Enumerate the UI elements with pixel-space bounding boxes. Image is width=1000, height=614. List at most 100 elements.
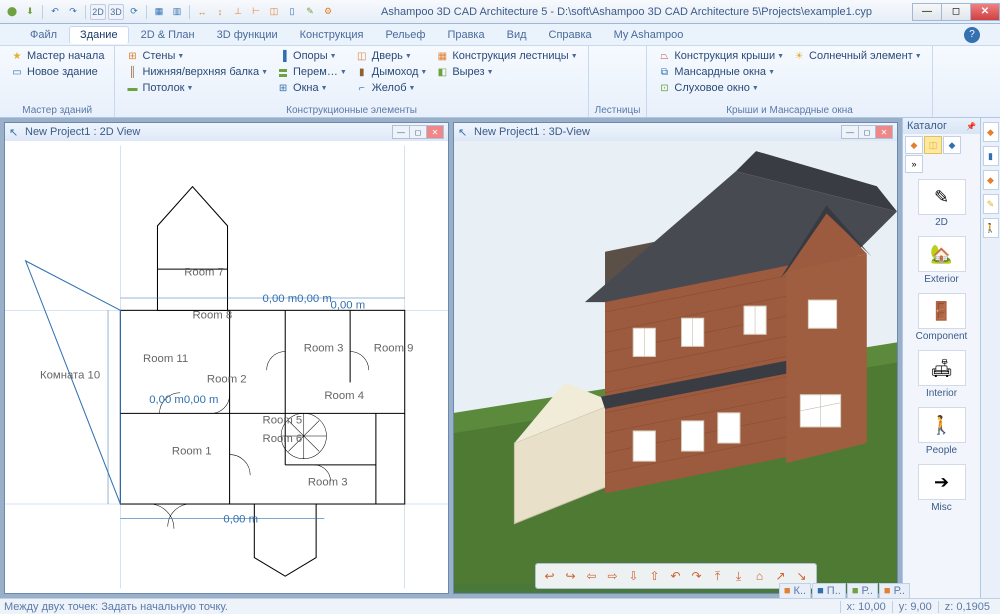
catalog-item-people[interactable]: 🚶People <box>911 407 973 456</box>
view-2d-min[interactable]: — <box>392 125 410 139</box>
ribbon-опоры[interactable]: ▐Опоры▼ <box>272 48 351 64</box>
nav-up-icon[interactable]: ⇧ <box>645 566 665 586</box>
ribbon-мастер-начала[interactable]: ★Мастер начала <box>6 48 108 64</box>
snap3-icon[interactable]: ⊥ <box>230 4 246 20</box>
ribbon-окна[interactable]: ⊞Окна▼ <box>272 80 351 96</box>
nav-left-icon[interactable]: ⇦ <box>582 566 602 586</box>
catalog-item-component[interactable]: 🚪Component <box>911 293 973 342</box>
help-icon[interactable]: ? <box>964 27 980 43</box>
ribbon-вырез[interactable]: ◧Вырез▼ <box>431 64 581 80</box>
app-icon[interactable]: ⬤ <box>4 4 20 20</box>
nav-down-icon[interactable]: ⇩ <box>624 566 644 586</box>
view-2d-titlebar[interactable]: ↖ New Project1 : 2D View — ◻ ✕ <box>5 123 448 141</box>
ribbon-солнечный-элемент[interactable]: ☀Солнечный элемент▼ <box>788 48 926 64</box>
catalog-tab-1[interactable]: ◆ <box>905 136 923 154</box>
layout2-icon[interactable]: ▥ <box>169 4 185 20</box>
snap4-icon[interactable]: ⊢ <box>248 4 264 20</box>
refresh-icon[interactable]: ⟳ <box>126 4 142 20</box>
ribbon-потолок[interactable]: ▬Потолок▼ <box>121 80 272 96</box>
menu-item-рельеф[interactable]: Рельеф <box>376 27 436 43</box>
view-2d-max[interactable]: ◻ <box>409 125 427 139</box>
status-hint: Между двух точек: Задать начальную точку… <box>4 601 840 613</box>
strip-btn-4[interactable]: ✎ <box>983 194 999 214</box>
ribbon-мансардные-окна[interactable]: ⧉Мансардные окна▼ <box>653 64 788 80</box>
ribbon-нижняя-верхняя-балка[interactable]: ║Нижняя/верхняя балка▼ <box>121 64 272 80</box>
nav-tilt-down-icon[interactable]: ⤓ <box>729 566 749 586</box>
catalog-item-label: Interior <box>911 388 973 399</box>
nav-back-icon[interactable]: ↩ <box>540 566 560 586</box>
bottom-tab-1[interactable]: ■ П.. <box>812 583 846 598</box>
ribbon-перем-[interactable]: 〓Перем…▼ <box>272 64 351 80</box>
bottom-tab-2[interactable]: ■ Р.. <box>847 583 878 598</box>
nav-right-icon[interactable]: ⇨ <box>603 566 623 586</box>
menu-item-файл[interactable]: Файл <box>20 27 67 43</box>
menu-item-правка[interactable]: Правка <box>437 27 494 43</box>
ribbon-новое-здание[interactable]: ▭Новое здание <box>6 64 108 80</box>
maximize-button[interactable]: ◻ <box>941 3 971 21</box>
view-3d-viewport[interactable]: ↩ ↪ ⇦ ⇨ ⇩ ⇧ ↶ ↷ ⤒ ⤓ ⌂ ↗ ↘ <box>454 141 897 593</box>
bottom-tab-0[interactable]: ■ К.. <box>779 583 811 598</box>
catalog-tab-2[interactable]: ◫ <box>924 136 942 154</box>
floor-plan-canvas[interactable]: Room 7Room 8Комната 10Room 11Room 2Room … <box>5 141 448 593</box>
grid-icon[interactable]: ▯ <box>284 4 300 20</box>
menu-item-2dплан[interactable]: 2D & План <box>131 27 205 43</box>
mdi-zone: ↖ New Project1 : 2D View — ◻ ✕ <box>0 118 902 598</box>
nav-home-icon[interactable]: ⌂ <box>750 566 770 586</box>
view-3d-min[interactable]: — <box>841 125 859 139</box>
workarea: ↖ New Project1 : 2D View — ◻ ✕ <box>0 118 1000 598</box>
nav-rot-right-icon[interactable]: ↷ <box>687 566 707 586</box>
view-3d-max[interactable]: ◻ <box>858 125 876 139</box>
catalog-tab-3[interactable]: ◆ <box>943 136 961 154</box>
nav-fwd-icon[interactable]: ↪ <box>561 566 581 586</box>
ribbon-желоб[interactable]: ⌐Желоб▼ <box>351 80 432 96</box>
strip-btn-1[interactable]: ◆ <box>983 122 999 142</box>
snap1-icon[interactable]: ↔ <box>194 4 210 20</box>
bottom-tab-3[interactable]: ■ Р.. <box>879 583 910 598</box>
undo-icon[interactable]: ↶ <box>47 4 63 20</box>
snap2-icon[interactable]: ↕ <box>212 4 228 20</box>
catalog-item-2d[interactable]: ✎2D <box>911 179 973 228</box>
strip-btn-5[interactable]: 🚶 <box>983 218 999 238</box>
catalog-item-exterior[interactable]: 🏡Exterior <box>911 236 973 285</box>
strip-btn-2[interactable]: ▮ <box>983 146 999 166</box>
separator <box>146 5 147 19</box>
catalog-item-misc[interactable]: ➔Misc <box>911 464 973 513</box>
redo-icon[interactable]: ↷ <box>65 4 81 20</box>
view-3d-content[interactable]: ↩ ↪ ⇦ ⇨ ⇩ ⇧ ↶ ↷ ⤒ ⤓ ⌂ ↗ ↘ <box>454 141 897 593</box>
view-3d-close[interactable]: ✕ <box>875 125 893 139</box>
menu-item-справка[interactable]: Справка <box>539 27 602 43</box>
minimize-button[interactable]: — <box>912 3 942 21</box>
ribbon-слуховое-окно[interactable]: ⊡Слуховое окно▼ <box>653 80 788 96</box>
ribbon-дымоход[interactable]: ▮Дымоход▼ <box>351 64 432 80</box>
nav-rot-left-icon[interactable]: ↶ <box>666 566 686 586</box>
catalog-thumb: 🚪 <box>918 293 966 329</box>
menu-item-конструкция[interactable]: Конструкция <box>290 27 374 43</box>
measure-icon[interactable]: ✎ <box>302 4 318 20</box>
view-2d-close[interactable]: ✕ <box>426 125 444 139</box>
catalog-pin-icon[interactable]: 📌 <box>966 122 976 131</box>
room-label: Room 1 <box>172 446 212 458</box>
menu-item-myashampoo[interactable]: My Ashampoo <box>604 27 694 43</box>
strip-btn-3[interactable]: ◆ <box>983 170 999 190</box>
view-3d-titlebar[interactable]: ↖ New Project1 : 3D-View — ◻ ✕ <box>454 123 897 141</box>
ribbon-конструкция-лестницы[interactable]: ▦Конструкция лестницы▼ <box>431 48 581 64</box>
nav-tilt-up-icon[interactable]: ⤒ <box>708 566 728 586</box>
menu-item-вид[interactable]: Вид <box>497 27 537 43</box>
menu-item-3dфункции[interactable]: 3D функции <box>207 27 288 43</box>
ribbon-стены[interactable]: ⊞Стены▼ <box>121 48 272 64</box>
catalog-header[interactable]: Каталог 📌 <box>903 118 980 134</box>
view-3d-toggle[interactable]: 3D <box>108 4 124 20</box>
layout-icon[interactable]: ▦ <box>151 4 167 20</box>
ribbon-дверь[interactable]: ◫Дверь▼ <box>351 48 432 64</box>
catalog-tab-more[interactable]: » <box>905 155 923 173</box>
view-2d-content[interactable]: Room 7Room 8Комната 10Room 11Room 2Room … <box>5 141 448 593</box>
chevron-down-icon: ▼ <box>768 69 775 76</box>
close-button[interactable] <box>970 3 1000 21</box>
catalog-item-interior[interactable]: 🛋Interior <box>911 350 973 399</box>
view-2d-toggle[interactable]: 2D <box>90 4 106 20</box>
save-icon[interactable]: ⬇ <box>22 4 38 20</box>
ribbon-конструкция-крыши[interactable]: ⏢Конструкция крыши▼ <box>653 48 788 64</box>
snap5-icon[interactable]: ◫ <box>266 4 282 20</box>
menu-item-здание[interactable]: Здание <box>69 26 129 44</box>
tool-icon[interactable]: ⚙ <box>320 4 336 20</box>
